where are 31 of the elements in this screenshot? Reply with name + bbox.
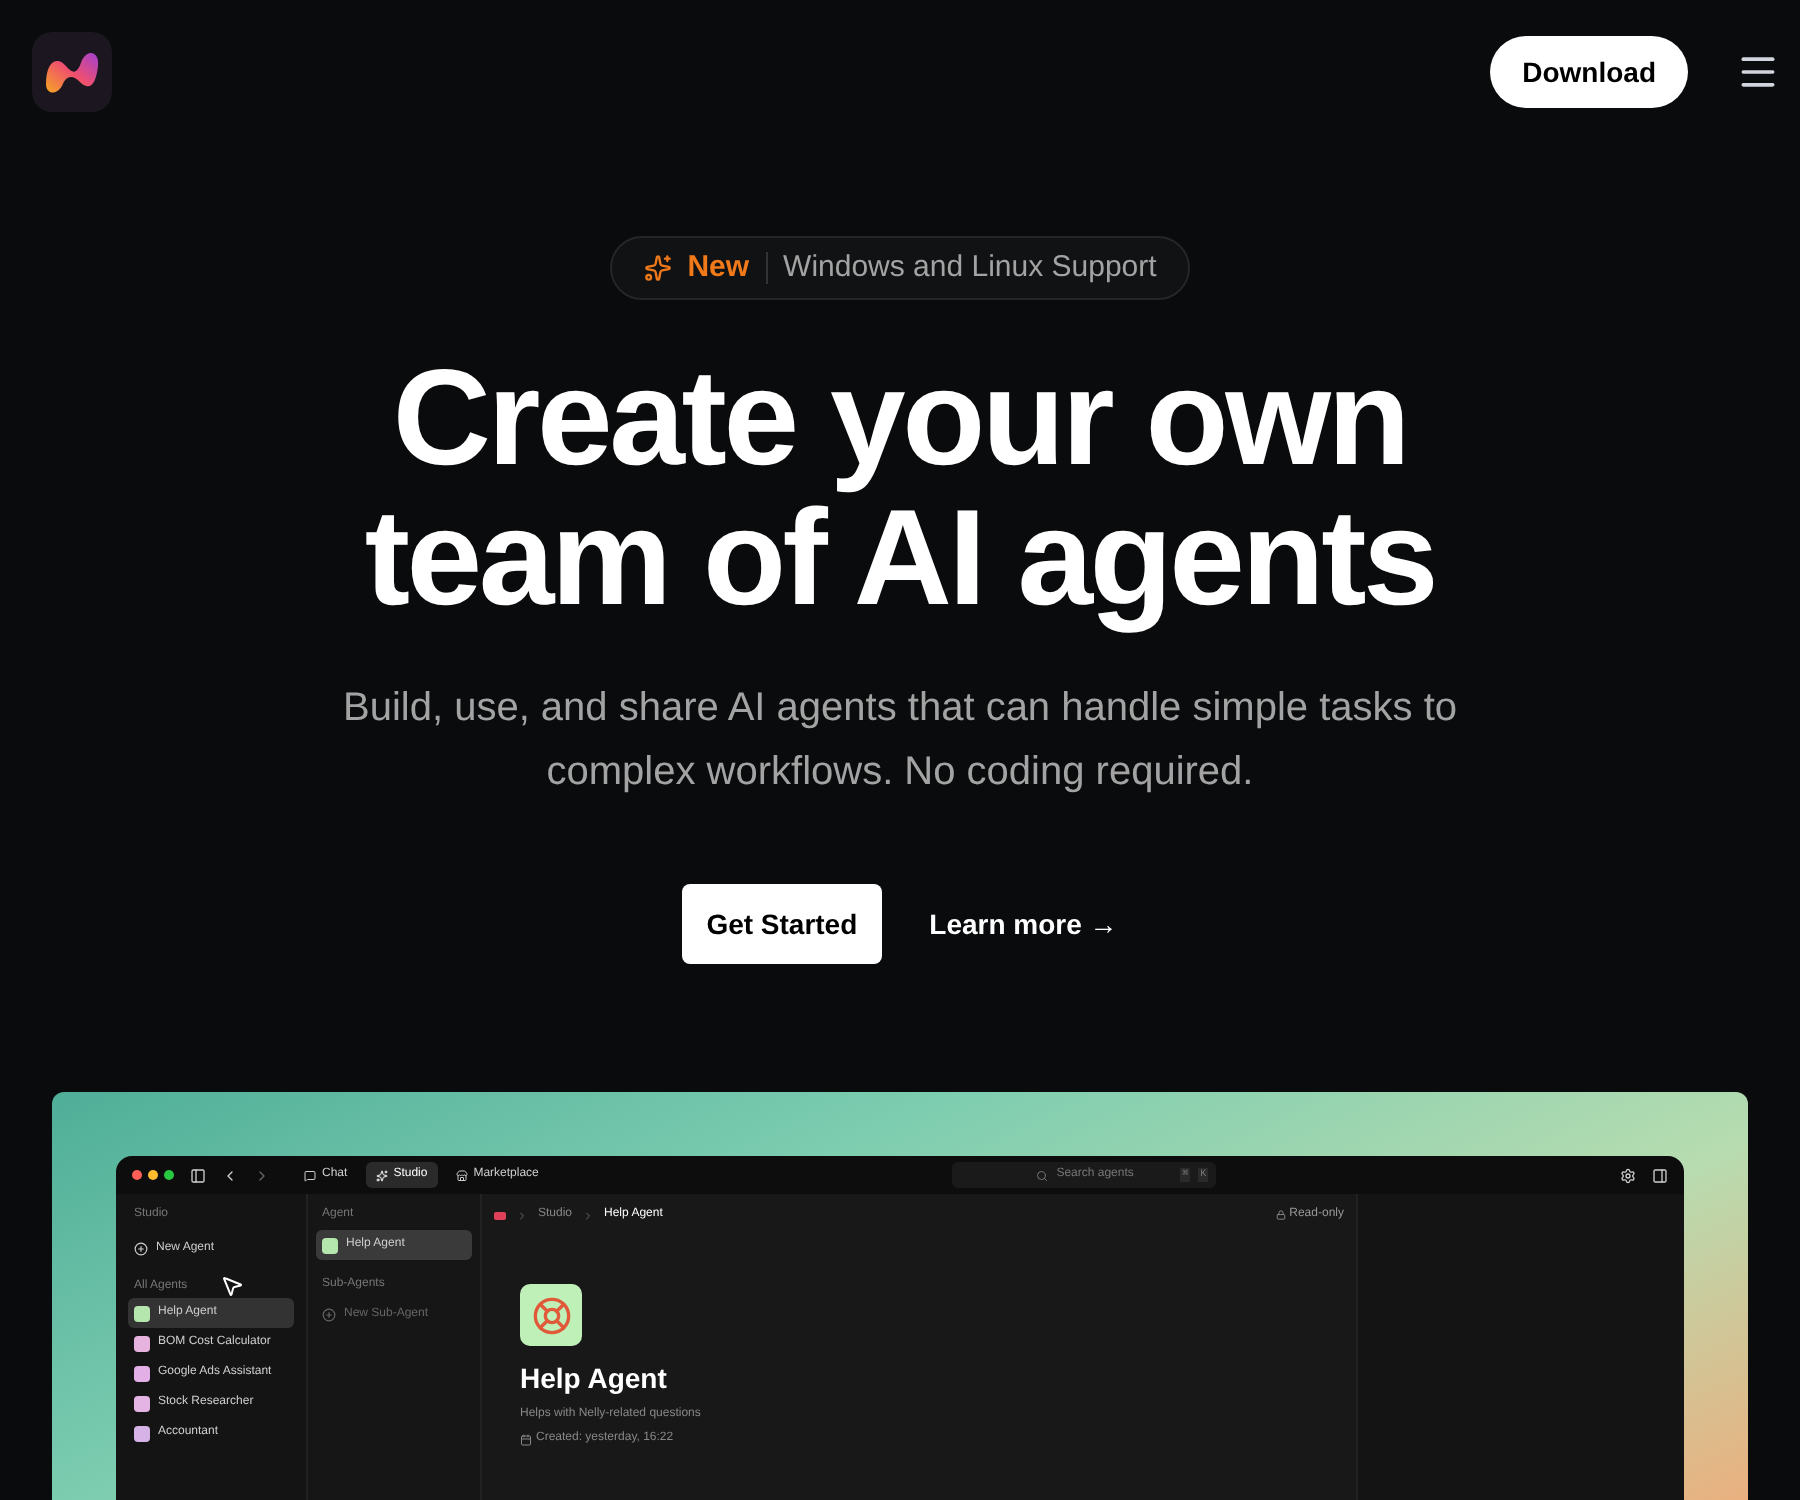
calendar-icon bbox=[520, 1433, 532, 1445]
learn-more-link[interactable]: Learn more → bbox=[929, 903, 1118, 945]
app-logo[interactable] bbox=[32, 32, 112, 112]
announcement-text: Windows and Linux Support bbox=[783, 247, 1157, 288]
chevron-icon bbox=[516, 1209, 528, 1221]
agent-name: Help Agent bbox=[520, 1360, 669, 1398]
lifebuoy-icon bbox=[531, 1295, 571, 1335]
settings-icon[interactable] bbox=[1620, 1167, 1636, 1183]
plus-circle-icon bbox=[322, 1307, 336, 1321]
forward-icon[interactable] bbox=[254, 1167, 270, 1183]
chevron-icon bbox=[582, 1209, 595, 1221]
get-started-button[interactable]: Get Started bbox=[682, 884, 882, 964]
sparkles-icon bbox=[375, 1169, 388, 1181]
wave-logo-icon bbox=[42, 48, 102, 96]
search-icon bbox=[1036, 1169, 1049, 1181]
lock-icon bbox=[1275, 1210, 1286, 1220]
mouse-pointer-icon bbox=[219, 1274, 244, 1298]
back-icon[interactable] bbox=[222, 1167, 238, 1183]
store-icon bbox=[455, 1169, 468, 1181]
hero-title: Create your own bbox=[392, 348, 1408, 488]
new-tag: New bbox=[687, 245, 750, 291]
agent-icon bbox=[322, 1237, 338, 1253]
app-logo-icon bbox=[494, 1211, 506, 1219]
download-button[interactable]: Download bbox=[1490, 36, 1688, 108]
plus-circle-icon bbox=[134, 1241, 148, 1255]
panel-toggle-icon[interactable] bbox=[1652, 1167, 1668, 1183]
chat-bubble-icon bbox=[304, 1169, 316, 1181]
sparkles-icon bbox=[643, 254, 672, 282]
sidebar-toggle-icon[interactable] bbox=[190, 1167, 206, 1183]
announcement-badge[interactable]: New Windows and Linux Support bbox=[609, 236, 1191, 300]
hero-subtitle: Build, use, and share AI agents that can handle simple tasks to complex workflows. No coding required. bbox=[340, 684, 1459, 798]
